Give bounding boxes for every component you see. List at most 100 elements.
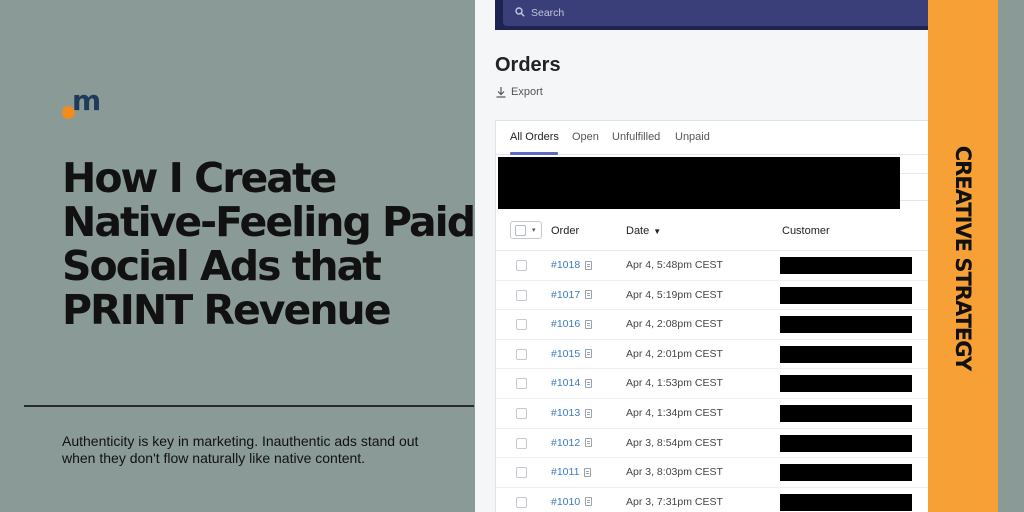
note-icon [584,467,592,477]
note-icon [585,378,593,388]
order-number: #1010 [551,495,581,508]
redacted-customer [780,405,912,422]
order-link[interactable]: #1015 [551,347,593,360]
row-checkbox[interactable] [516,289,527,301]
row-checkbox[interactable] [516,496,527,508]
table-row[interactable]: #1014 Apr 4, 1:53pm CEST [496,369,928,399]
order-date: Apr 4, 5:48pm CEST [626,259,723,271]
order-number: #1014 [551,377,581,390]
order-date: Apr 4, 2:01pm CEST [626,347,723,360]
order-link[interactable]: #1017 [551,288,593,301]
right-edge [998,0,1024,512]
column-date-label: Date [626,225,650,237]
order-number: #1016 [551,318,581,331]
redacted-customer [780,286,912,304]
order-date: Apr 4, 1:34pm CEST [626,407,723,419]
redacted-customer [780,493,912,511]
sort-down-icon: ▼ [653,227,662,236]
order-date: Apr 3, 7:31pm CEST [626,495,723,508]
column-order[interactable]: Order [551,225,579,237]
table-header: ▾ Order Date ▼ Customer [496,213,928,251]
table-row[interactable]: #1015 Apr 4, 2:01pm CEST [496,340,928,370]
column-date[interactable]: Date ▼ [626,225,661,237]
order-date: Apr 4, 1:53pm CEST [626,377,723,390]
order-date: Apr 4, 5:19pm CEST [626,288,723,301]
row-checkbox[interactable] [516,378,527,390]
headline-line: Social Ads that [62,242,382,290]
note-icon [585,290,593,300]
search-icon [515,7,525,17]
export-label: Export [511,86,543,98]
note-icon [585,349,593,359]
note-icon [585,260,593,270]
row-checkbox[interactable] [516,408,527,419]
tab-open[interactable]: Open [572,131,599,143]
order-link[interactable]: #1013 [551,407,593,419]
column-customer[interactable]: Customer [782,225,830,237]
row-checkbox[interactable] [516,437,527,449]
redacted-customer [780,464,912,482]
row-checkbox[interactable] [516,319,527,331]
order-link[interactable]: #1012 [551,436,593,449]
active-tab-indicator [510,152,558,155]
orders-card: All Orders Open Unfulfilled Unpaid ▾ Ord… [495,120,928,512]
divider [24,405,474,407]
search-input[interactable]: Search [503,0,928,26]
note-icon [585,497,593,507]
headline: How I Create Native-Feeling Paid Social … [62,154,476,334]
select-all-checkbox[interactable]: ▾ [510,221,542,239]
order-tabs: All Orders Open Unfulfilled Unpaid [496,121,928,155]
headline-line: Native-Feeling Paid [62,198,476,246]
logo-letter: m [72,84,101,117]
order-link[interactable]: #1014 [551,377,593,390]
top-bar: Search [495,0,928,30]
redacted-filter-bar [498,157,900,209]
headline-line: PRINT Revenue [62,286,392,334]
order-date: Apr 3, 8:03pm CEST [626,466,723,479]
category-label: CREATIVE STRATEGY [951,145,975,371]
table-row[interactable]: #1018 Apr 4, 5:48pm CEST [496,251,928,281]
order-link[interactable]: #1011 [551,466,592,479]
tab-unfulfilled[interactable]: Unfulfilled [612,131,660,143]
order-date: Apr 4, 2:08pm CEST [626,318,723,331]
orders-screenshot: Search Orders Export All Orders Open Unf… [475,0,928,512]
note-icon [585,408,593,418]
order-number: #1017 [551,288,581,301]
headline-line: How I Create [62,154,337,202]
order-link[interactable]: #1016 [551,318,593,331]
tab-unpaid[interactable]: Unpaid [675,131,710,143]
order-number: #1013 [551,407,581,419]
brand-logo: m [62,84,108,122]
order-number: #1018 [551,259,581,271]
search-placeholder: Search [531,7,565,19]
table-row[interactable]: #1012 Apr 3, 8:54pm CEST [496,429,928,459]
row-checkbox[interactable] [516,260,527,271]
order-number: #1012 [551,436,581,449]
subtext: Authenticity is key in marketing. Inauth… [62,433,419,466]
chevron-down-icon: ▾ [532,227,536,234]
row-checkbox[interactable] [516,348,527,360]
table-row[interactable]: #1010 Apr 3, 7:31pm CEST [496,488,928,512]
table-row[interactable]: #1016 Apr 4, 2:08pm CEST [496,310,928,340]
order-link[interactable]: #1010 [551,495,593,508]
redacted-customer [780,434,912,452]
note-icon [585,438,593,448]
filter-bar-edge [900,173,928,201]
tab-all-orders[interactable]: All Orders [510,131,559,143]
table-row[interactable]: #1013 Apr 4, 1:34pm CEST [496,399,928,429]
order-date: Apr 3, 8:54pm CEST [626,436,723,449]
export-button[interactable]: Export [495,86,543,98]
table-row[interactable]: #1011 Apr 3, 8:03pm CEST [496,458,928,488]
redacted-customer [780,316,912,334]
order-number: #1015 [551,347,581,360]
row-checkbox[interactable] [516,467,527,479]
table-row[interactable]: #1017 Apr 4, 5:19pm CEST [496,281,928,311]
redacted-customer [780,345,912,363]
order-number: #1011 [551,466,580,479]
note-icon [585,319,593,329]
order-link[interactable]: #1018 [551,259,593,271]
download-icon [496,87,506,98]
page-title: Orders [495,54,561,76]
redacted-customer [780,375,912,393]
checkbox-box [515,225,526,236]
